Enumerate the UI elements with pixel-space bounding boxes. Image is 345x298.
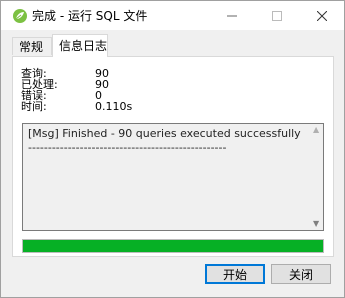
log-text: [Msg] Finished - 90 queries executed suc…: [28, 127, 308, 155]
chevron-up-icon[interactable]: ▲: [313, 126, 319, 134]
close-icon: [316, 10, 327, 21]
minimize-icon: [226, 15, 237, 16]
maximize-button[interactable]: [254, 1, 299, 30]
info-log-panel: 查询: 90 已处理: 90 错误: 0 时间: 0.110s [Msg] Fi…: [12, 56, 334, 257]
maximize-icon: [271, 10, 282, 21]
run-sql-file-dialog: 完成 - 运行 SQL 文件 常规 信息日志 查询: 90 已处理: 90 错误…: [0, 0, 345, 298]
progress-fill: [23, 240, 323, 252]
tab-info-log[interactable]: 信息日志: [52, 34, 108, 57]
start-button[interactable]: 开始: [205, 264, 265, 284]
minimize-button[interactable]: [209, 1, 254, 30]
close-button[interactable]: 关闭: [271, 264, 331, 284]
window-title: 完成 - 运行 SQL 文件: [32, 9, 148, 23]
log-line: ----------------------------------------…: [28, 141, 227, 154]
stat-value: 0.110s: [95, 100, 133, 113]
stat-label: 时间:: [21, 100, 47, 113]
title-bar: 完成 - 运行 SQL 文件: [1, 1, 344, 30]
progress-bar: [22, 239, 324, 253]
message-log[interactable]: [Msg] Finished - 90 queries executed suc…: [22, 123, 324, 231]
log-scrollbar[interactable]: ▲ ▼: [311, 124, 323, 230]
log-line: [Msg] Finished - 90 queries executed suc…: [28, 127, 301, 140]
green-leaf-icon: [12, 8, 28, 24]
tab-general[interactable]: 常规: [12, 37, 52, 55]
close-window-button[interactable]: [299, 1, 344, 30]
chevron-down-icon[interactable]: ▼: [313, 220, 319, 228]
